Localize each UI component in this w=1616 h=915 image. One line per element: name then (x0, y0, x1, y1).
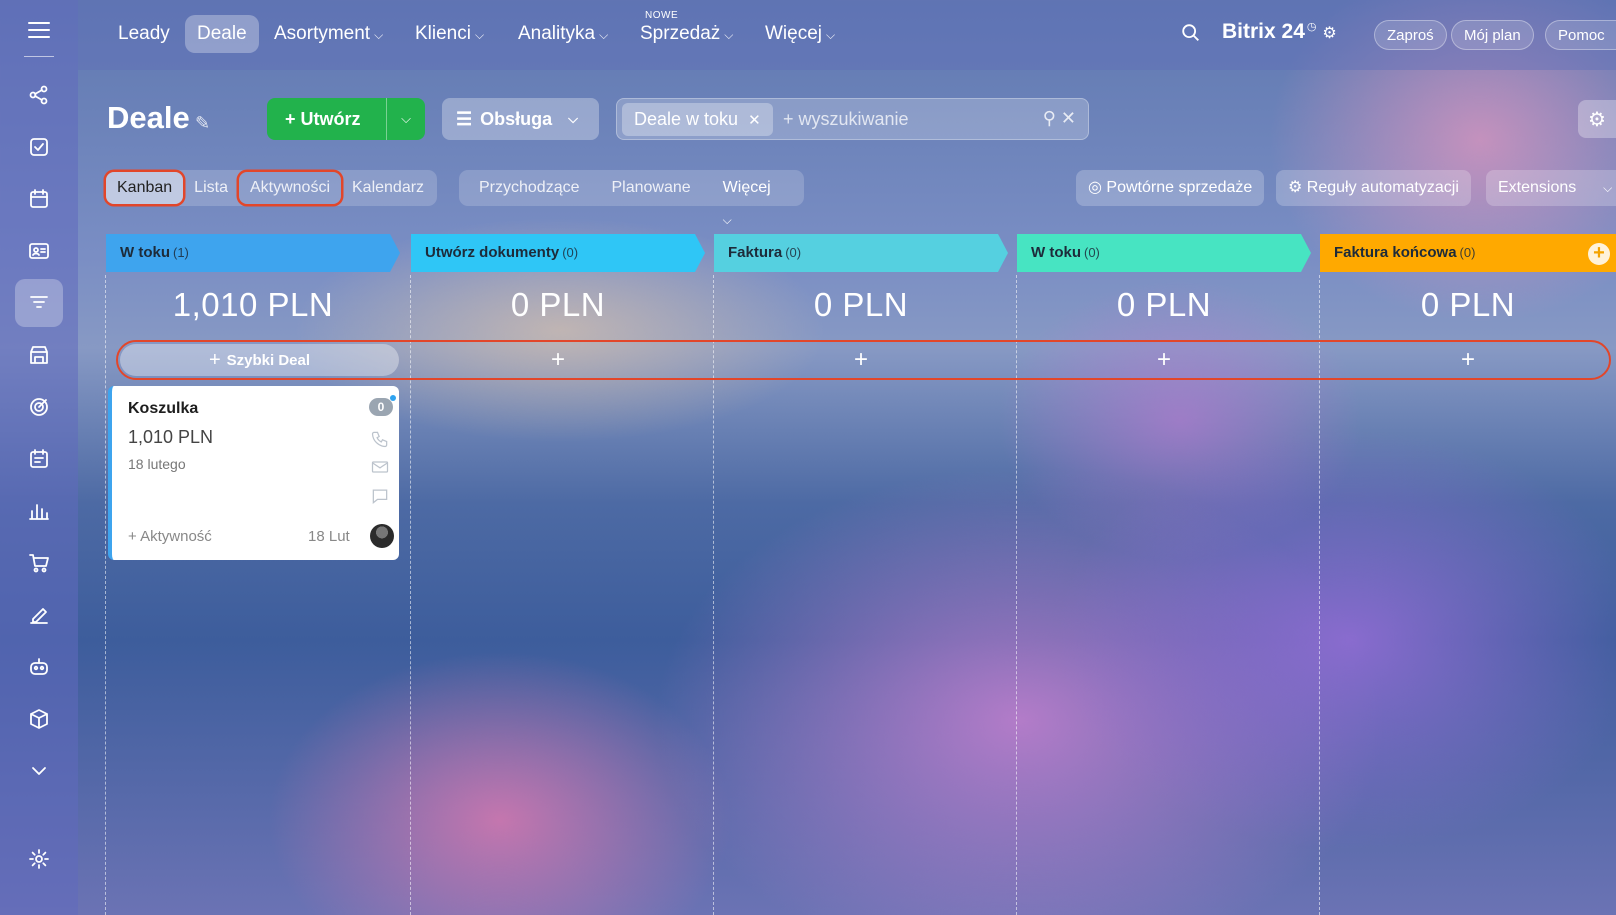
tab-list[interactable]: Lista (183, 172, 239, 204)
nav-sales[interactable]: Sprzedaż ⌵ (628, 15, 745, 53)
pin-icon[interactable]: ✎ (195, 113, 210, 134)
sidebar-divider (24, 56, 54, 57)
phone-icon[interactable] (370, 429, 390, 449)
kanban-column: W toku (0) 0 PLN + (1017, 234, 1311, 915)
crm-icon[interactable] (15, 71, 63, 119)
clear-icon[interactable]: ✕ (1061, 108, 1076, 128)
sales-funnel-icon[interactable] (15, 279, 63, 327)
column-header[interactable]: W toku (0) (1017, 234, 1311, 272)
planner-icon[interactable] (15, 435, 63, 483)
chevron-down-icon: ⌵ (722, 213, 732, 227)
activity-counter-badge: 0 (369, 398, 393, 416)
nav-more[interactable]: Więcej ⌵ (753, 15, 847, 53)
sign-icon[interactable] (15, 591, 63, 639)
add-stage-plus-icon[interactable]: + (1588, 243, 1610, 265)
deal-price: 1,010 PLN (128, 427, 214, 447)
column-header[interactable]: Utwórz dokumenty (0) (411, 234, 705, 272)
create-button[interactable]: + Utwórz ⌵ (267, 98, 425, 140)
funnel-icon: ☰ (456, 108, 473, 129)
kanban-column: Faktura końcowa (0) + 0 PLN + (1320, 234, 1616, 915)
quick-add-row-highlight (116, 340, 1611, 380)
help-button[interactable]: Pomoc (1545, 20, 1616, 50)
automation-rules-button[interactable]: ⚙ Reguły automatyzacji (1276, 170, 1471, 206)
chat-icon[interactable] (370, 486, 390, 506)
chevron-down-icon[interactable]: ⌵ (1603, 170, 1612, 206)
nav-leads[interactable]: Leady (106, 15, 182, 53)
chevron-down-icon: ⌵ (724, 28, 734, 42)
chevron-down-icon: ⌵ (599, 28, 609, 42)
column-header[interactable]: Faktura końcowa (0) + (1320, 234, 1616, 272)
search-filter-box[interactable]: Deale w toku ✕ + wyszukiwanie ⚲ ✕ (616, 98, 1089, 140)
search-icon[interactable] (1180, 22, 1206, 48)
email-icon[interactable] (370, 457, 390, 477)
my-plan-button[interactable]: Mój plan (1451, 20, 1534, 50)
filter-more[interactable]: Więcej ⌵ (707, 172, 800, 227)
filter-incoming[interactable]: Przychodzące (463, 172, 596, 204)
target-icon[interactable] (15, 383, 63, 431)
tasks-icon[interactable] (15, 123, 63, 171)
extensions-button[interactable]: Extensions ⌵ (1486, 170, 1616, 206)
robot-icon: ⚙ (1288, 179, 1307, 196)
nav-deals[interactable]: Deale (185, 15, 259, 53)
filter-planned[interactable]: Planowane (596, 172, 707, 204)
brand-logo: Bitrix 24 ◷ ⚙ (1222, 20, 1337, 43)
pipeline-selector[interactable]: ☰ Obsługa ⌵ (442, 98, 599, 140)
add-activity-link[interactable]: + Aktywność (128, 528, 212, 545)
avatar[interactable] (370, 524, 394, 548)
menu-icon[interactable] (28, 22, 50, 38)
create-dropdown-chevron-icon[interactable]: ⌵ (386, 98, 425, 140)
column-sum: 1,010 PLN (172, 286, 334, 323)
deal-date: 18 lutego (128, 456, 186, 472)
box-icon[interactable] (15, 695, 63, 743)
plus-icon: + (285, 108, 301, 129)
kanban-column: Utwórz dokumenty (0) 0 PLN + (411, 234, 705, 915)
repeat-sales-button[interactable]: ◎ Powtórne sprzedaże (1076, 170, 1265, 206)
column-sum: 0 PLN (813, 286, 909, 323)
column-sum: 0 PLN (1420, 286, 1516, 323)
calendar-icon[interactable] (15, 175, 63, 223)
settings-gear-icon[interactable] (15, 835, 63, 883)
close-icon[interactable]: ✕ (748, 112, 761, 129)
tab-calendar[interactable]: Kalendarz (341, 172, 435, 204)
store-icon[interactable] (15, 331, 63, 379)
view-switcher: Kanban Lista Aktywności Kalendarz (104, 170, 438, 206)
settings-gear-icon[interactable]: ⚙ (1578, 100, 1616, 138)
column-header[interactable]: Faktura (0) (714, 234, 1008, 272)
column-sum: 0 PLN (510, 286, 606, 323)
tab-activities[interactable]: Aktywności (239, 172, 341, 204)
deal-short-date: 18 Lut (308, 528, 350, 545)
column-sum: 0 PLN (1116, 286, 1212, 323)
nav-clients[interactable]: Klienci ⌵ (403, 15, 496, 53)
chevron-down-icon: ⌵ (826, 28, 836, 42)
search-input[interactable]: + wyszukiwanie (783, 109, 909, 130)
left-sidebar (0, 0, 78, 915)
chevron-down-icon: ⌵ (374, 28, 384, 42)
search-icon[interactable]: ⚲ (1043, 108, 1056, 128)
chevron-down-icon: ⌵ (474, 28, 485, 42)
repeat-icon: ◎ (1088, 179, 1107, 196)
robot-icon[interactable] (15, 643, 63, 691)
column-header[interactable]: W toku (1) (106, 234, 400, 272)
filter-chip[interactable]: Deale w toku ✕ (622, 103, 773, 136)
nav-assortment[interactable]: Asortyment ⌵ (262, 15, 395, 53)
kanban-column: W toku (1) 1,010 PLN + Szybki Deal (106, 234, 400, 915)
deal-card[interactable]: Koszulka 1,010 PLN 18 lutego 0 + Aktywno… (108, 386, 399, 560)
analytics-icon[interactable] (15, 487, 63, 535)
invite-button[interactable]: Zaproś (1374, 20, 1447, 50)
counter-filters: Przychodzące Planowane Więcej ⌵ (459, 170, 804, 227)
chevron-down-icon: ⌵ (568, 111, 579, 126)
settings-sliders-icon[interactable]: ⚙ (1322, 25, 1336, 42)
deal-title[interactable]: Koszulka (128, 400, 198, 418)
chevron-down-icon[interactable] (15, 747, 63, 795)
page-title: Deale (107, 100, 190, 135)
notification-dot (390, 395, 396, 401)
cart-icon[interactable] (15, 539, 63, 587)
kanban-column: Faktura (0) 0 PLN + (714, 234, 1008, 915)
tab-kanban[interactable]: Kanban (106, 172, 184, 204)
contacts-card-icon[interactable] (15, 227, 63, 275)
nav-analytics[interactable]: Analityka ⌵ (506, 15, 620, 53)
